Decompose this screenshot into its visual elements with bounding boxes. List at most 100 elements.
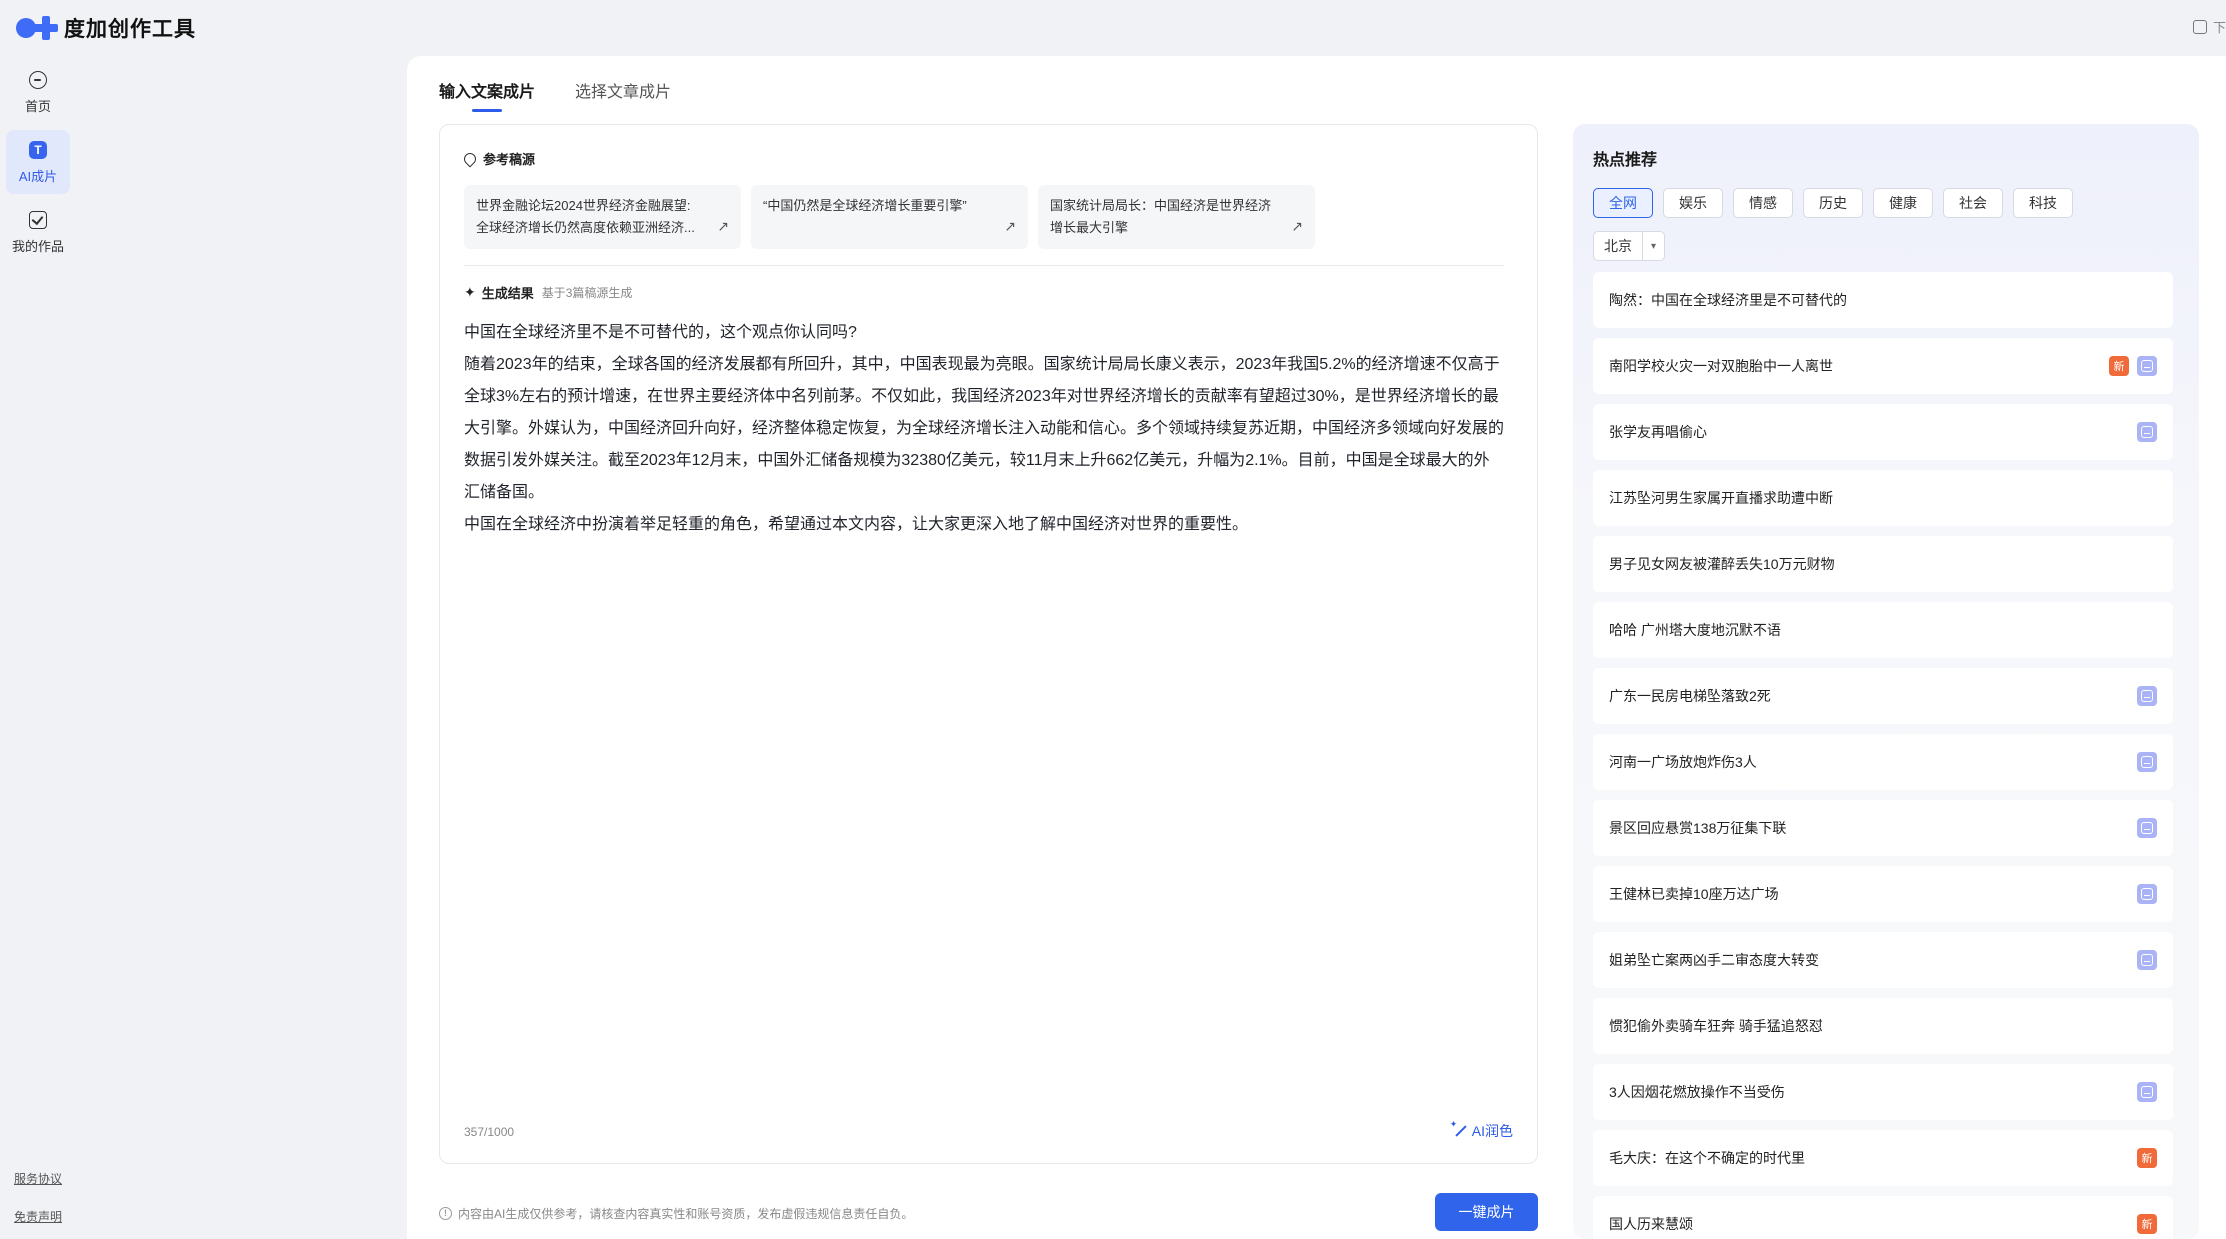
main-panel: 输入文案成片 选择文章成片 参考稿源 世界金融论坛2024世界经济金融展望: 全…: [407, 56, 2226, 1239]
hot-topics-title: 热点推荐: [1593, 152, 1658, 169]
nav-item-ai-video[interactable]: T AI成片: [6, 130, 70, 194]
paragraph: 中国在全球经济里不是不可替代的，这个观点你认同吗?: [464, 324, 857, 341]
hot-topics-panel: 热点推荐 全网 娱乐 情感 历史 健康 社会 科技 北京 ▾ 陶然：中国在全球经…: [1573, 124, 2199, 1239]
category-all[interactable]: 全网: [1593, 188, 1653, 218]
category-society[interactable]: 社会: [1943, 188, 2003, 218]
hot-topic-item[interactable]: 张学友再唱偷心: [1593, 404, 2173, 460]
open-link-icon: ↗: [1291, 218, 1303, 234]
category-history[interactable]: 历史: [1803, 188, 1863, 218]
category-emotion[interactable]: 情感: [1733, 188, 1793, 218]
template-icon[interactable]: [2137, 422, 2157, 442]
hot-topic-item[interactable]: 广东一民房电梯坠落致2死: [1593, 668, 2173, 724]
generated-text[interactable]: 中国在全球经济里不是不可替代的，这个观点你认同吗? 随着2023年的结束，全球各…: [464, 317, 1504, 541]
works-icon: [29, 210, 47, 229]
hot-topic-badges: [2137, 1082, 2157, 1102]
download-label: 下: [2212, 20, 2226, 35]
generate-video-button[interactable]: 一键成片: [1435, 1193, 1538, 1231]
disclaimer-link[interactable]: 免责声明: [14, 1208, 62, 1225]
hot-topic-item[interactable]: 南阳学校火灾一对双胞胎中一人离世 新: [1593, 338, 2173, 394]
template-icon[interactable]: [2137, 884, 2157, 904]
reference-line: 国家统计局局长：中国经济是世界经济: [1050, 198, 1272, 213]
copy-editor[interactable]: 参考稿源 世界金融论坛2024世界经济金融展望: 全球经济增长仍然高度依赖亚洲经…: [439, 124, 1538, 1164]
hot-topic-title: 惯犯偷外卖骑车狂奔 骑手猛追怒怼: [1609, 1018, 1823, 1034]
ai-polish-label: AI润色: [1471, 1123, 1513, 1139]
hot-topic-badges: [2137, 818, 2157, 838]
hot-topic-title: 陶然：中国在全球经济里是不可替代的: [1609, 292, 1847, 308]
hot-topic-badges: 新: [2137, 1214, 2157, 1234]
logo-icon: [16, 15, 58, 41]
char-counter: 357/1000: [464, 1125, 515, 1139]
reference-card[interactable]: 国家统计局局长：中国经济是世界经济 增长最大引擎 ↗: [1038, 185, 1315, 249]
template-icon[interactable]: [2137, 686, 2157, 706]
result-title: 生成结果: [481, 286, 534, 301]
reference-line: 增长最大引擎: [1050, 220, 1129, 235]
info-icon: !: [439, 1207, 452, 1220]
category-health[interactable]: 健康: [1873, 188, 1933, 218]
side-nav: 首页 T AI成片 我的作品: [6, 60, 72, 270]
hot-topic-title: 男子见女网友被灌醉丢失10万元财物: [1609, 556, 1835, 572]
hot-topic-item[interactable]: 哈哈 广州塔大度地沉默不语: [1593, 602, 2173, 658]
hot-topic-item[interactable]: 王健林已卖掉10座万达广场: [1593, 866, 2173, 922]
region-select[interactable]: 北京 ▾: [1593, 231, 1665, 261]
category-tech[interactable]: 科技: [2013, 188, 2073, 218]
hot-topic-title: 3人因烟花燃放操作不当受伤: [1609, 1084, 1785, 1100]
reference-header: 参考稿源: [461, 149, 535, 168]
hot-topic-title: 江苏坠河男生家属开直播求助遭中断: [1609, 490, 1833, 506]
reference-line: “中国仍然是全球经济增长重要引擎”: [763, 198, 967, 213]
hot-topic-item[interactable]: 惯犯偷外卖骑车狂奔 骑手猛追怒怼: [1593, 998, 2173, 1054]
hot-topic-item[interactable]: 景区回应悬赏138万征集下联: [1593, 800, 2173, 856]
hot-topic-item[interactable]: 3人因烟花燃放操作不当受伤: [1593, 1064, 2173, 1120]
region-value: 北京: [1604, 238, 1632, 254]
hot-topic-item[interactable]: 姐弟坠亡案两凶手二审态度大转变: [1593, 932, 2173, 988]
open-link-icon: ↗: [717, 218, 729, 234]
result-subtitle: 基于3篇稿源生成: [541, 286, 633, 300]
reference-card[interactable]: 世界金融论坛2024世界经济金融展望: 全球经济增长仍然高度依赖亚洲经济... …: [464, 185, 741, 249]
category-filter: 全网 娱乐 情感 历史 健康 社会 科技: [1593, 188, 2073, 218]
hot-topic-item[interactable]: 陶然：中国在全球经济里是不可替代的: [1593, 272, 2173, 328]
tab-input-copy[interactable]: 输入文案成片: [439, 78, 535, 112]
app-title: 度加创作工具: [64, 18, 196, 41]
magic-wand-icon: [1450, 1119, 1467, 1138]
template-icon[interactable]: [2137, 950, 2157, 970]
download-button[interactable]: 下: [2192, 17, 2226, 36]
template-icon[interactable]: [2137, 1082, 2157, 1102]
terms-link[interactable]: 服务协议: [14, 1170, 62, 1187]
hot-topic-title: 国人历来慧颂: [1609, 1216, 1693, 1232]
hot-topic-item[interactable]: 毛大庆：在这个不确定的时代里 新: [1593, 1130, 2173, 1186]
tab-select-article[interactable]: 选择文章成片: [575, 78, 671, 112]
ai-icon: T: [29, 140, 47, 159]
new-badge: 新: [2109, 356, 2129, 376]
hot-topic-item[interactable]: 江苏坠河男生家属开直播求助遭中断: [1593, 470, 2173, 526]
hot-topic-title: 南阳学校火灾一对双胞胎中一人离世: [1609, 358, 1833, 374]
chevron-down-icon: ▾: [1642, 232, 1664, 260]
nav-item-my-works[interactable]: 我的作品: [6, 200, 70, 264]
hot-topic-list: 陶然：中国在全球经济里是不可替代的 南阳学校火灾一对双胞胎中一人离世新张学友再唱偷…: [1593, 272, 2173, 1239]
location-pin-icon: [461, 150, 479, 167]
hot-topic-badges: 新: [2109, 356, 2157, 376]
app-logo[interactable]: 度加创作工具: [16, 13, 196, 43]
ai-polish-button[interactable]: AI润色: [1450, 1119, 1513, 1141]
reference-list: 世界金融论坛2024世界经济金融展望: 全球经济增长仍然高度依赖亚洲经济... …: [464, 185, 1315, 249]
hot-topic-badges: [2137, 686, 2157, 706]
hot-topic-badges: 新: [2137, 1148, 2157, 1168]
hot-topic-title: 河南一广场放炮炸伤3人: [1609, 754, 1757, 770]
hot-topic-badges: [2137, 752, 2157, 772]
hot-topic-title: 毛大庆：在这个不确定的时代里: [1609, 1150, 1805, 1166]
hot-topic-title: 哈哈 广州塔大度地沉默不语: [1609, 622, 1781, 638]
hot-topic-title: 景区回应悬赏138万征集下联: [1609, 820, 1787, 836]
hot-topic-item[interactable]: 河南一广场放炮炸伤3人: [1593, 734, 2173, 790]
nav-item-home[interactable]: 首页: [6, 60, 70, 124]
top-bar: 度加创作工具 下: [0, 0, 2226, 56]
hot-topic-badges: [2137, 884, 2157, 904]
hot-topic-item[interactable]: 国人历来慧颂 新: [1593, 1196, 2173, 1239]
hot-topic-item[interactable]: 男子见女网友被灌醉丢失10万元财物: [1593, 536, 2173, 592]
template-icon[interactable]: [2137, 356, 2157, 376]
template-icon[interactable]: [2137, 752, 2157, 772]
new-badge: 新: [2137, 1214, 2157, 1234]
nav-label: 首页: [24, 98, 51, 114]
template-icon[interactable]: [2137, 818, 2157, 838]
paragraph: 随着2023年的结束，全球各国的经济发展都有所回升，其中，中国表现最为亮眼。国家…: [464, 356, 1505, 501]
result-header: ✦ 生成结果 基于3篇稿源生成: [464, 283, 632, 302]
category-entertainment[interactable]: 娱乐: [1663, 188, 1723, 218]
reference-card[interactable]: “中国仍然是全球经济增长重要引擎” ↗: [751, 185, 1028, 249]
